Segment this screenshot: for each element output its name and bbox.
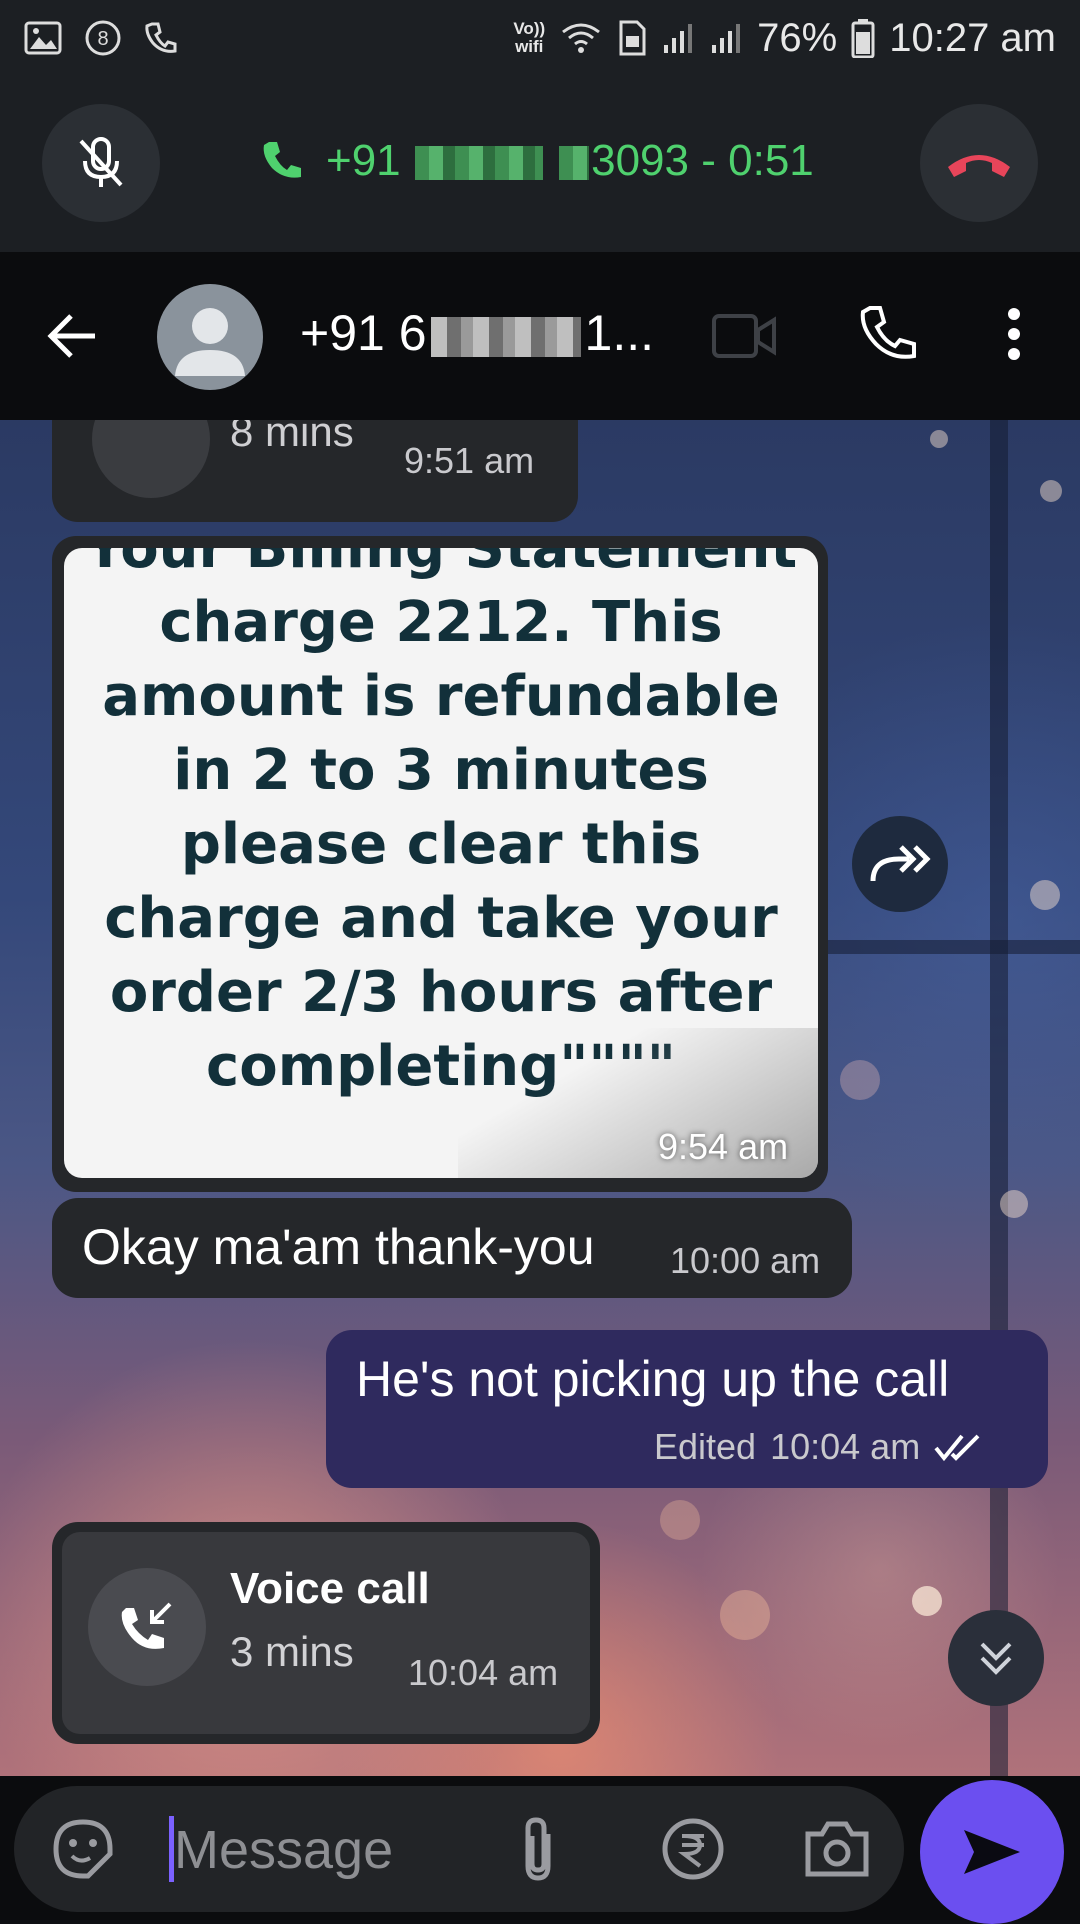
- back-arrow-icon: [47, 314, 95, 358]
- message-time: 9:54 am: [658, 1126, 789, 1167]
- image-message-bubble[interactable]: Your Billing Statement charge 2212. This…: [52, 536, 828, 1192]
- call-icon-circle: [88, 1568, 206, 1686]
- call-icon-circle: [92, 420, 210, 498]
- outgoing-message-bubble[interactable]: He's not picking up the call Edited 10:0…: [326, 1330, 1048, 1488]
- contact-name[interactable]: +91 6 1...: [300, 304, 654, 362]
- battery-percent: 76%: [757, 15, 838, 60]
- svg-text:8: 8: [97, 28, 108, 50]
- message-composer: [0, 1776, 1080, 1924]
- input-pill: [14, 1786, 904, 1912]
- send-icon: [964, 1830, 1020, 1874]
- message-time: 10:04 am: [408, 1652, 559, 1693]
- phone-icon: [263, 142, 301, 178]
- mute-button[interactable]: [42, 104, 160, 222]
- wallpaper-light: [660, 1500, 700, 1540]
- call-info[interactable]: +91 3093 - 0:51: [260, 136, 814, 186]
- message-text: Okay ma'am thank-you: [82, 1219, 595, 1275]
- paperclip-icon: [525, 1817, 551, 1881]
- message-input[interactable]: [172, 1812, 506, 1888]
- person-icon: [175, 308, 245, 376]
- voice-call-button[interactable]: [856, 302, 920, 366]
- volte-indicator: Vo)) wifi: [513, 19, 546, 56]
- send-button[interactable]: [920, 1780, 1064, 1924]
- wallpaper-light: [840, 1060, 880, 1100]
- message-time: 10:04 am: [770, 1426, 921, 1467]
- back-button[interactable]: [40, 304, 104, 368]
- gallery-icon: [24, 21, 62, 55]
- hangup-icon: [948, 155, 1010, 177]
- image-attachment[interactable]: Your Billing Statement charge 2212. This…: [64, 548, 818, 1178]
- payment-button[interactable]: [660, 1816, 726, 1882]
- mic-off-icon: [79, 137, 123, 187]
- message-time: 10:00 am: [670, 1240, 821, 1281]
- sticker-button[interactable]: [50, 1816, 116, 1882]
- signal-icon-2: [712, 24, 741, 53]
- sticker-icon: [53, 1819, 113, 1879]
- incoming-message-bubble[interactable]: Okay ma'am thank-you 10:00 am: [52, 1198, 852, 1298]
- wallpaper-light: [912, 1586, 942, 1616]
- phone-icon: [860, 306, 916, 359]
- redacted-digits: [430, 316, 581, 357]
- image-text: Your Billing Statement charge 2212. This…: [84, 548, 798, 1099]
- wallpaper-light: [1030, 880, 1060, 910]
- edited-label: Edited: [654, 1426, 757, 1467]
- forward-icon: [870, 845, 931, 882]
- rupee-icon: [662, 1818, 724, 1880]
- wallpaper-window-frame: [820, 940, 1080, 954]
- redacted-digits: [414, 146, 543, 181]
- chat-area[interactable]: 8 mins 9:51 am Your Billing Statement ch…: [0, 420, 1080, 1776]
- wallpaper-light: [720, 1590, 770, 1640]
- wallpaper-light: [930, 430, 948, 448]
- attach-button[interactable]: [518, 1814, 578, 1884]
- signal-icon-1: [664, 24, 693, 53]
- camera-icon: [805, 1821, 869, 1877]
- end-call-button[interactable]: [920, 104, 1038, 222]
- status-bar: 8 Vo)) wifi 76% 10:27 am: [0, 0, 1080, 76]
- video-camera-icon: [712, 314, 776, 358]
- status-right: Vo)) wifi 76% 10:27 am: [513, 16, 1056, 61]
- double-check-icon: [934, 1434, 980, 1462]
- scroll-to-bottom-button[interactable]: [948, 1610, 1044, 1706]
- call-number: +91 3093 - 0:51: [326, 136, 814, 185]
- call-log-bubble-previous[interactable]: 8 mins 9:51 am: [52, 420, 578, 522]
- message-meta: Edited 10:04 am: [654, 1426, 984, 1468]
- forward-button[interactable]: [852, 816, 948, 912]
- incoming-call-icon: [121, 1602, 172, 1649]
- call-log-bubble[interactable]: Voice call 3 mins 10:04 am: [52, 1522, 600, 1744]
- more-options-button[interactable]: [990, 302, 1038, 366]
- redacted-digits: [559, 146, 590, 181]
- app-notification-icon: 8: [85, 20, 121, 56]
- chat-header: +91 6 1...: [0, 252, 1080, 420]
- call-duration: 3 mins: [230, 1628, 354, 1675]
- clock: 10:27 am: [889, 15, 1056, 60]
- phone-status-icon: [145, 22, 177, 53]
- call-duration: 8 mins: [230, 420, 354, 455]
- video-call-button[interactable]: [712, 304, 776, 368]
- message-text: He's not picking up the call: [356, 1351, 950, 1407]
- call-title: Voice call: [230, 1564, 430, 1613]
- wallpaper-light: [1040, 480, 1062, 502]
- wifi-icon: [562, 23, 601, 53]
- double-chevron-down-icon: [980, 1642, 1012, 1675]
- ongoing-call-banner[interactable]: +91 3093 - 0:51: [0, 76, 1080, 252]
- camera-button[interactable]: [804, 1818, 870, 1880]
- wallpaper-window-frame: [990, 420, 1008, 1776]
- battery-icon: [851, 19, 875, 58]
- sim-icon: [619, 20, 646, 56]
- message-time: 9:51 am: [404, 440, 535, 481]
- wallpaper-light: [1000, 1190, 1028, 1218]
- status-left: 8: [24, 19, 178, 57]
- more-vertical-icon: [1008, 308, 1020, 360]
- avatar[interactable]: [157, 284, 263, 390]
